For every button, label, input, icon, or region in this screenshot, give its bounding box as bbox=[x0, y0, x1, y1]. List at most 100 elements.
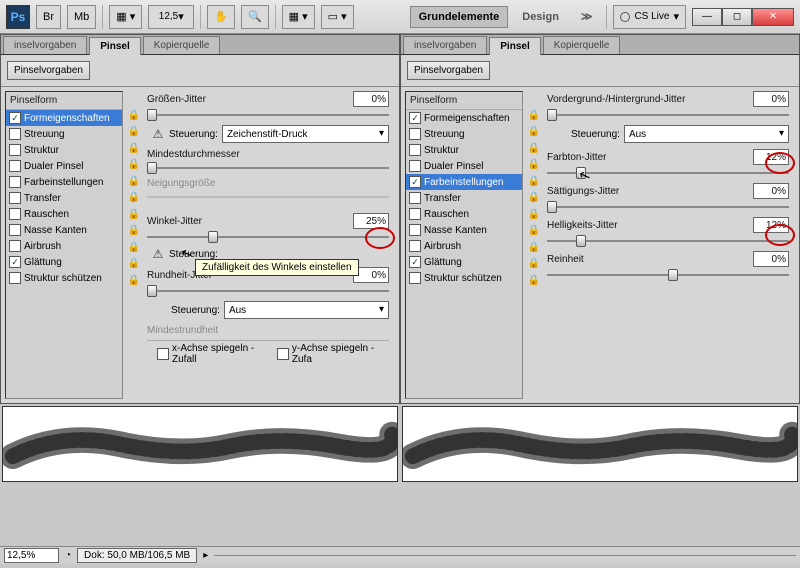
cslive-button[interactable]: CS Live ▾ bbox=[613, 5, 686, 29]
list-header[interactable]: Pinselform bbox=[406, 92, 522, 110]
list-item-struktur-schützen[interactable]: Struktur schützen bbox=[6, 270, 122, 286]
zoom-tool-button[interactable]: 🔍 bbox=[241, 5, 269, 29]
checkbox[interactable] bbox=[9, 144, 21, 156]
screenmode-button[interactable]: ▭ ▾ bbox=[321, 5, 354, 29]
tab-pinsel[interactable]: Pinsel bbox=[489, 37, 540, 55]
checkbox[interactable] bbox=[409, 224, 421, 236]
checkbox[interactable]: ✓ bbox=[409, 256, 421, 268]
lock-icon[interactable]: 🔒 bbox=[527, 240, 541, 255]
checkbox[interactable] bbox=[409, 128, 421, 140]
hand-tool-button[interactable]: ✋ bbox=[207, 5, 235, 29]
lock-icon[interactable]: 🔒 bbox=[127, 108, 141, 123]
lock-icon[interactable]: 🔒 bbox=[527, 174, 541, 189]
arrow-icon[interactable]: ▸ bbox=[203, 550, 208, 561]
list-item-formeigenschaften[interactable]: ✓Formeigenschaften bbox=[406, 110, 522, 126]
list-item-transfer[interactable]: Transfer bbox=[6, 190, 122, 206]
tab-kopierquelle[interactable]: Kopierquelle bbox=[143, 36, 221, 54]
lock-icon[interactable]: 🔒 bbox=[527, 223, 541, 238]
lock-icon[interactable]: 🔒 bbox=[127, 256, 141, 271]
workspace-more[interactable]: ≫ bbox=[573, 6, 601, 27]
fg-bg-jitter-slider[interactable] bbox=[547, 109, 789, 121]
lock-icon[interactable]: 🔒 bbox=[127, 157, 141, 172]
checkbox[interactable] bbox=[409, 160, 421, 172]
lock-icon[interactable]: 🔒 bbox=[127, 141, 141, 156]
checkbox[interactable] bbox=[9, 176, 21, 188]
fg-bg-jitter-value[interactable]: 0% bbox=[753, 91, 789, 107]
list-item-rauschen[interactable]: Rauschen bbox=[406, 206, 522, 222]
size-jitter-value[interactable]: 0% bbox=[353, 91, 389, 107]
checkbox[interactable] bbox=[9, 272, 21, 284]
tab-pinsel[interactable]: Pinsel bbox=[89, 37, 140, 55]
list-item-transfer[interactable]: Transfer bbox=[406, 190, 522, 206]
flip-x-checkbox[interactable] bbox=[157, 348, 169, 360]
list-item-streuung[interactable]: Streuung bbox=[406, 126, 522, 142]
list-item-struktur[interactable]: Struktur bbox=[6, 142, 122, 158]
minimize-button[interactable]: — bbox=[692, 8, 722, 26]
list-item-dualer-pinsel[interactable]: Dualer Pinsel bbox=[406, 158, 522, 174]
checkbox[interactable] bbox=[409, 272, 421, 284]
list-item-nasse-kanten[interactable]: Nasse Kanten bbox=[6, 222, 122, 238]
angle-jitter-slider[interactable] bbox=[147, 231, 389, 243]
workspace-grundelemente[interactable]: Grundelemente bbox=[410, 6, 509, 28]
lock-icon[interactable]: 🔒 bbox=[127, 240, 141, 255]
flip-y-checkbox[interactable] bbox=[277, 348, 289, 360]
checkbox[interactable] bbox=[409, 192, 421, 204]
brightness-jitter-slider[interactable] bbox=[547, 235, 789, 247]
list-item-struktur[interactable]: Struktur bbox=[406, 142, 522, 158]
lock-icon[interactable]: 🔒 bbox=[527, 207, 541, 222]
min-diameter-slider[interactable] bbox=[147, 162, 389, 174]
list-item-rauschen[interactable]: Rauschen bbox=[6, 206, 122, 222]
maximize-button[interactable]: ◻ bbox=[722, 8, 752, 26]
list-item-glättung[interactable]: ✓Glättung bbox=[406, 254, 522, 270]
list-item-formeigenschaften[interactable]: ✓Formeigenschaften bbox=[6, 110, 122, 126]
checkbox[interactable] bbox=[409, 208, 421, 220]
size-jitter-slider[interactable] bbox=[147, 109, 389, 121]
document-size[interactable]: Dok: 50,0 MB/106,5 MB bbox=[77, 548, 197, 563]
lock-icon[interactable]: 🔒 bbox=[527, 190, 541, 205]
list-item-farbeinstellungen[interactable]: ✓Farbeinstellungen bbox=[406, 174, 522, 190]
checkbox[interactable] bbox=[9, 224, 21, 236]
list-item-farbeinstellungen[interactable]: Farbeinstellungen bbox=[6, 174, 122, 190]
roundness-jitter-slider[interactable] bbox=[147, 285, 389, 297]
lock-icon[interactable]: 🔒 bbox=[127, 273, 141, 288]
pinselvorgaben-button[interactable]: Pinselvorgaben bbox=[407, 61, 490, 80]
roundness-control-select[interactable]: Aus bbox=[224, 301, 389, 319]
saturation-jitter-slider[interactable] bbox=[547, 201, 789, 213]
lock-icon[interactable]: 🔒 bbox=[527, 124, 541, 139]
workspace-design[interactable]: Design bbox=[514, 7, 567, 27]
tab-kopierquelle[interactable]: Kopierquelle bbox=[543, 36, 621, 54]
minibridge-button[interactable]: Mb bbox=[67, 5, 96, 29]
list-item-glättung[interactable]: ✓Glättung bbox=[6, 254, 122, 270]
fgbg-control-select[interactable]: Aus bbox=[624, 125, 789, 143]
list-header[interactable]: Pinselform bbox=[6, 92, 122, 110]
purity-slider[interactable] bbox=[547, 269, 789, 281]
list-item-nasse-kanten[interactable]: Nasse Kanten bbox=[406, 222, 522, 238]
list-item-struktur-schützen[interactable]: Struktur schützen bbox=[406, 270, 522, 286]
lock-icon[interactable]: 🔒 bbox=[127, 174, 141, 189]
saturation-jitter-value[interactable]: 0% bbox=[753, 183, 789, 199]
lock-icon[interactable]: 🔒 bbox=[527, 141, 541, 156]
bridge-button[interactable]: Br bbox=[36, 5, 61, 29]
list-item-dualer-pinsel[interactable]: Dualer Pinsel bbox=[6, 158, 122, 174]
checkbox[interactable] bbox=[9, 208, 21, 220]
list-item-airbrush[interactable]: Airbrush bbox=[6, 238, 122, 254]
scroll-track[interactable] bbox=[214, 555, 796, 556]
checkbox[interactable] bbox=[409, 144, 421, 156]
checkbox[interactable] bbox=[9, 192, 21, 204]
arrange-button[interactable]: ▦ ▾ bbox=[282, 5, 315, 29]
purity-value[interactable]: 0% bbox=[753, 251, 789, 267]
zoom-level[interactable]: 12,5 ▾ bbox=[148, 5, 194, 29]
tab-pinselvorgaben[interactable]: inselvorgaben bbox=[3, 36, 87, 54]
view-extras-button[interactable]: ▦ ▾ bbox=[109, 5, 142, 29]
checkbox[interactable]: ✓ bbox=[409, 176, 421, 188]
lock-icon[interactable]: 🔒 bbox=[127, 190, 141, 205]
lock-icon[interactable]: 🔒 bbox=[127, 207, 141, 222]
checkbox[interactable] bbox=[9, 240, 21, 252]
checkbox[interactable]: ✓ bbox=[409, 112, 421, 124]
checkbox[interactable] bbox=[9, 160, 21, 172]
checkbox[interactable] bbox=[409, 240, 421, 252]
zoom-status[interactable]: 12,5% bbox=[4, 548, 59, 563]
lock-icon[interactable]: 🔒 bbox=[127, 223, 141, 238]
close-button[interactable]: ✕ bbox=[752, 8, 794, 26]
lock-icon[interactable]: 🔒 bbox=[527, 108, 541, 123]
